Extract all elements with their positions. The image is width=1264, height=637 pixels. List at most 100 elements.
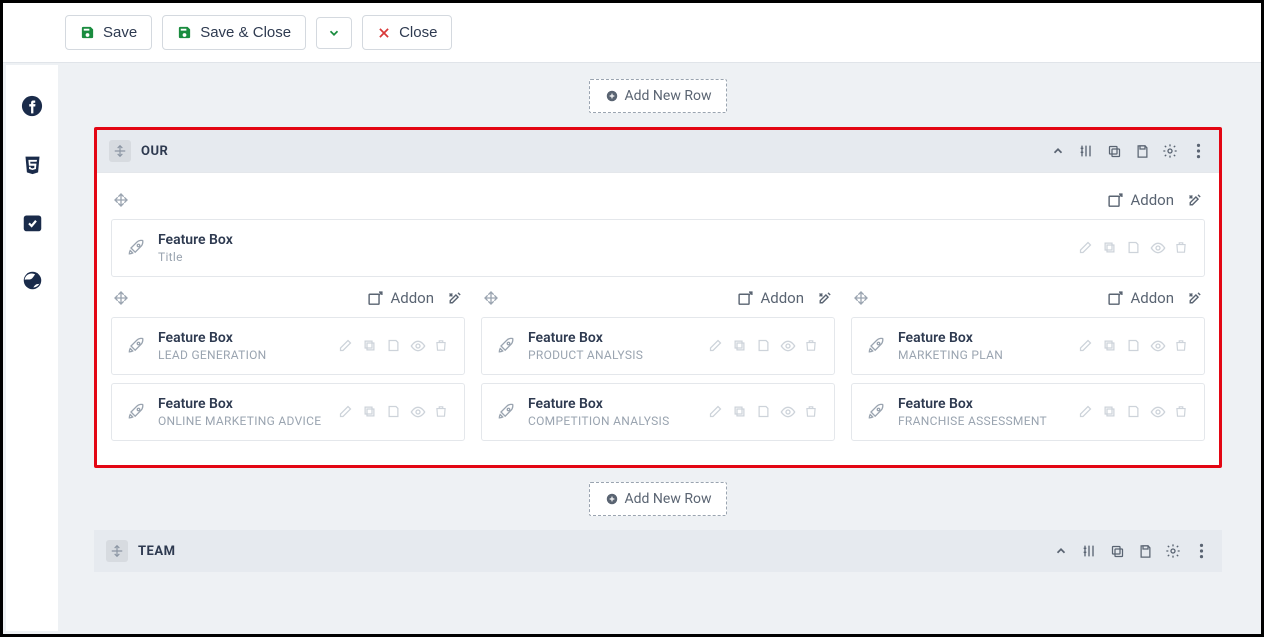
drag-handle-icon[interactable] (106, 540, 128, 562)
feature-name: Feature Box (528, 396, 670, 412)
css3-icon[interactable] (21, 153, 43, 175)
close-button[interactable]: Close (362, 15, 452, 50)
feature-box[interactable]: Feature Box ONLINE MARKETING ADVICE (111, 383, 465, 441)
edit-icon[interactable] (338, 338, 354, 354)
addon-button[interactable]: Addon (1107, 191, 1174, 209)
eye-icon[interactable] (780, 338, 796, 354)
left-sidebar (6, 65, 58, 631)
section-title: OUR (141, 144, 168, 159)
addon-button[interactable]: Addon (367, 289, 434, 307)
addon-label: Addon (390, 289, 434, 307)
trash-icon[interactable] (804, 404, 820, 420)
gear-icon[interactable] (1164, 542, 1182, 560)
feature-box[interactable]: Feature Box MARKETING PLAN (851, 317, 1205, 375)
move-icon[interactable] (483, 290, 499, 306)
save-icon[interactable] (1126, 240, 1142, 256)
columns-icon[interactable] (1077, 142, 1095, 160)
eye-icon[interactable] (1150, 240, 1166, 256)
feature-box[interactable]: Feature Box FRANCHISE ASSESSMENT (851, 383, 1205, 441)
collapse-icon[interactable] (1049, 142, 1067, 160)
add-row-label: Add New Row (625, 491, 712, 507)
save-icon[interactable] (386, 404, 402, 420)
save-icon[interactable] (1126, 338, 1142, 354)
edit-icon[interactable] (1078, 240, 1094, 256)
save-button[interactable]: Save (65, 15, 152, 50)
copy-icon[interactable] (732, 404, 748, 420)
save-label: Save (103, 24, 137, 41)
addon-label: Addon (1130, 289, 1174, 307)
eye-icon[interactable] (1150, 338, 1166, 354)
move-icon[interactable] (113, 192, 129, 208)
rocket-icon (866, 336, 886, 356)
save-icon[interactable] (1126, 404, 1142, 420)
addon-button[interactable]: Addon (1107, 289, 1174, 307)
column-2: Addon Feature Box MARKETING PLAN Feature… (851, 285, 1205, 449)
trash-icon[interactable] (434, 338, 450, 354)
top-toolbar: Save Save & Close Close (3, 3, 1261, 63)
item-actions (338, 404, 450, 420)
copy-icon[interactable] (362, 338, 378, 354)
calendar-check-icon[interactable] (21, 211, 43, 233)
eye-icon[interactable] (1150, 404, 1166, 420)
addon-button[interactable]: Addon (737, 289, 804, 307)
copy-icon[interactable] (1102, 404, 1118, 420)
save-icon[interactable] (386, 338, 402, 354)
save-dropdown-button[interactable] (316, 17, 352, 49)
collapse-icon[interactable] (1052, 542, 1070, 560)
edit-icon[interactable] (1078, 338, 1094, 354)
edit-icon[interactable] (338, 404, 354, 420)
eye-icon[interactable] (410, 404, 426, 420)
section-our: OUR Addon (94, 127, 1222, 468)
move-icon[interactable] (113, 290, 129, 306)
add-row-button-bottom[interactable]: Add New Row (589, 482, 727, 516)
more-icon[interactable] (1189, 142, 1207, 160)
tools-icon[interactable] (446, 290, 463, 307)
gear-icon[interactable] (1161, 142, 1179, 160)
tools-icon[interactable] (1186, 192, 1203, 209)
rocket-icon (866, 402, 886, 422)
feature-box[interactable]: Feature Box LEAD GENERATION (111, 317, 465, 375)
edit-icon[interactable] (1078, 404, 1094, 420)
item-actions (338, 338, 450, 354)
tools-icon[interactable] (1186, 290, 1203, 307)
feature-name: Feature Box (898, 330, 1003, 346)
save-section-icon[interactable] (1136, 542, 1154, 560)
drag-handle-icon[interactable] (109, 140, 131, 162)
trash-icon[interactable] (1174, 338, 1190, 354)
copy-icon[interactable] (732, 338, 748, 354)
facebook-icon[interactable] (21, 95, 43, 117)
columns-icon[interactable] (1080, 542, 1098, 560)
edit-icon[interactable] (708, 404, 724, 420)
feature-sub: COMPETITION ANALYSIS (528, 414, 670, 428)
feature-box[interactable]: Feature Box PRODUCT ANALYSIS (481, 317, 835, 375)
trash-icon[interactable] (1174, 240, 1190, 256)
copy-icon[interactable] (1102, 338, 1118, 354)
save-icon[interactable] (756, 338, 772, 354)
feature-box[interactable]: Feature Box COMPETITION ANALYSIS (481, 383, 835, 441)
save-close-button[interactable]: Save & Close (162, 15, 306, 50)
feature-box-title[interactable]: Feature Box Title (111, 219, 1205, 277)
rocket-icon (496, 402, 516, 422)
move-icon[interactable] (853, 290, 869, 306)
more-icon[interactable] (1192, 542, 1210, 560)
copy-icon[interactable] (362, 404, 378, 420)
eye-icon[interactable] (780, 404, 796, 420)
item-actions (1078, 338, 1190, 354)
feature-sub: LEAD GENERATION (158, 348, 267, 362)
trash-icon[interactable] (804, 338, 820, 354)
section-header: OUR (97, 130, 1219, 172)
add-row-button-top[interactable]: Add New Row (589, 79, 727, 113)
save-icon[interactable] (756, 404, 772, 420)
column-0: Addon Feature Box LEAD GENERATION Featur… (111, 285, 465, 449)
copy-icon[interactable] (1102, 240, 1118, 256)
save-section-icon[interactable] (1133, 142, 1151, 160)
globe-icon[interactable] (21, 269, 43, 291)
tools-icon[interactable] (816, 290, 833, 307)
eye-icon[interactable] (410, 338, 426, 354)
trash-icon[interactable] (1174, 404, 1190, 420)
copy-icon[interactable] (1108, 542, 1126, 560)
feature-sub: MARKETING PLAN (898, 348, 1003, 362)
trash-icon[interactable] (434, 404, 450, 420)
edit-icon[interactable] (708, 338, 724, 354)
copy-icon[interactable] (1105, 142, 1123, 160)
